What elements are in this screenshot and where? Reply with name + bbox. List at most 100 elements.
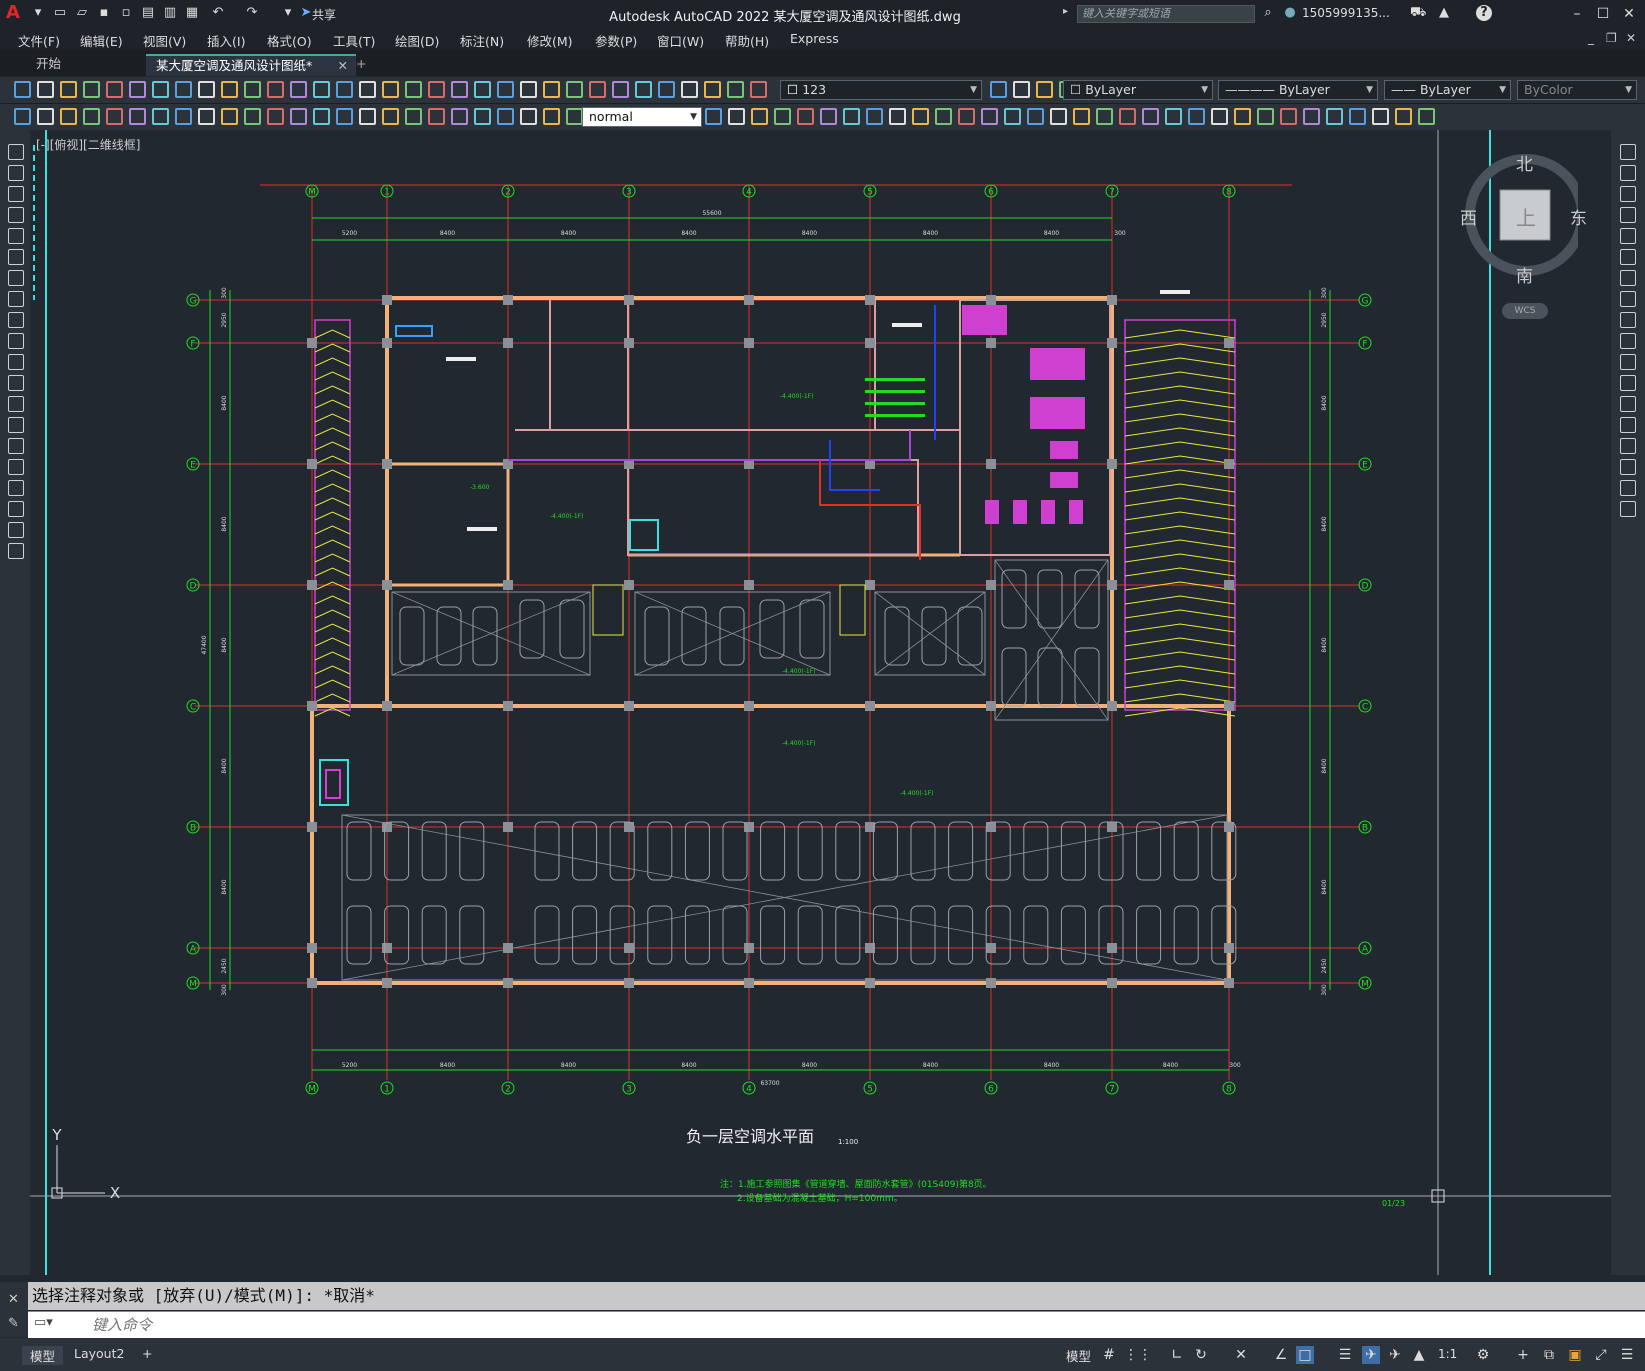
break-modify-icon[interactable]: [1620, 396, 1636, 412]
space-icon[interactable]: [336, 108, 353, 125]
search-expand-icon[interactable]: ▸: [1063, 6, 1068, 17]
multileader-style-icon[interactable]: [60, 108, 77, 125]
units-icon[interactable]: ⧉: [1540, 1346, 1558, 1364]
undo-icon[interactable]: [290, 81, 307, 98]
minimize-window-button[interactable]: –: [1566, 4, 1588, 24]
paste-icon[interactable]: [221, 81, 238, 98]
open-icon[interactable]: [704, 81, 721, 98]
3d-print-icon[interactable]: [152, 81, 169, 98]
aligned-dim-icon[interactable]: [106, 108, 123, 125]
command-line-handle[interactable]: ✕ ✎: [0, 1282, 28, 1337]
dim-edit-icon[interactable]: [474, 108, 491, 125]
mirror-icon[interactable]: [774, 108, 791, 125]
baseline-icon[interactable]: [290, 108, 307, 125]
radius-icon[interactable]: [175, 108, 192, 125]
revision-cloud-tool-icon[interactable]: [8, 291, 24, 307]
menu-express[interactable]: Express: [790, 31, 839, 46]
compass-east-label[interactable]: 东: [1570, 204, 1587, 229]
continue-icon[interactable]: [313, 108, 330, 125]
mirror-icon[interactable]: [1395, 108, 1412, 125]
copy-obj-icon[interactable]: [1372, 108, 1389, 125]
multiline-text-tool-icon[interactable]: [8, 522, 24, 538]
explode-icon[interactable]: [1119, 108, 1136, 125]
save-icon[interactable]: [727, 81, 744, 98]
annotation-scale-value[interactable]: 1:1: [1438, 1347, 1457, 1361]
hardware-acceleration-icon[interactable]: ▣: [1566, 1346, 1584, 1364]
make-block-tool-icon[interactable]: [8, 396, 24, 412]
rectangle-tool-icon[interactable]: [8, 228, 24, 244]
extend-modify-icon[interactable]: [1620, 354, 1636, 370]
dim-style-icon[interactable]: [543, 108, 560, 125]
break-icon[interactable]: [359, 108, 376, 125]
snap-icon[interactable]: ⋮⋮: [1124, 1346, 1152, 1364]
angular-icon[interactable]: [244, 108, 261, 125]
copy-icon[interactable]: [198, 81, 215, 98]
command-close-icon[interactable]: ✕: [8, 1292, 19, 1307]
move-modify-icon[interactable]: [1620, 249, 1636, 265]
menu-edit[interactable]: 编辑(E): [80, 31, 123, 50]
erase-modify-icon[interactable]: [1620, 144, 1636, 160]
jogged-icon[interactable]: [198, 108, 215, 125]
array-icon[interactable]: [820, 108, 837, 125]
doc-close-icon[interactable]: ✕: [1626, 31, 1636, 45]
user-icon[interactable]: ●: [1282, 5, 1298, 21]
construction-line-tool-icon[interactable]: [8, 165, 24, 181]
linetype-dropdown[interactable]: ———— ByLayer ▼: [1218, 80, 1378, 100]
rotate-modify-icon[interactable]: [1620, 270, 1636, 286]
add-layout-button[interactable]: +: [134, 1346, 160, 1361]
quick-calc-icon[interactable]: [543, 81, 560, 98]
ellipse-arc-tool-icon[interactable]: [8, 354, 24, 370]
workspace-gear-icon[interactable]: ⚙: [1474, 1346, 1492, 1364]
explode-modify-icon[interactable]: [1620, 501, 1636, 517]
gradient-tool-icon[interactable]: [8, 459, 24, 475]
table-tool-icon[interactable]: [8, 501, 24, 517]
publish-icon[interactable]: [129, 81, 146, 98]
offset-icon[interactable]: [1418, 108, 1435, 125]
tab-start[interactable]: 开始: [26, 54, 71, 74]
linear-dim-icon[interactable]: [83, 108, 100, 125]
tolerance-icon[interactable]: [382, 108, 399, 125]
new-tab-button[interactable]: +: [346, 54, 376, 74]
line-tool-icon[interactable]: [8, 144, 24, 160]
command-customize-icon[interactable]: ✎: [8, 1316, 19, 1331]
sheet-set-icon[interactable]: [497, 81, 514, 98]
tab-document[interactable]: 某大厦空调及通风设计图纸* ✕: [146, 54, 356, 76]
text-style-dropdown[interactable]: normal ▼: [582, 107, 702, 127]
menu-view[interactable]: 视图(V): [143, 31, 186, 50]
cut-icon[interactable]: [175, 81, 192, 98]
markup-icon[interactable]: [520, 81, 537, 98]
layer-on-icon[interactable]: [612, 81, 629, 98]
arc-tool-icon[interactable]: [8, 249, 24, 265]
erase-icon[interactable]: [728, 108, 745, 125]
trim-modify-icon[interactable]: [1620, 333, 1636, 349]
wblock-icon[interactable]: [1303, 108, 1320, 125]
layer-dropdown[interactable]: ☐ 123 ▼: [780, 80, 982, 100]
rotate-icon[interactable]: [866, 108, 883, 125]
pan-icon[interactable]: [336, 81, 353, 98]
hatch-tool-icon[interactable]: [8, 438, 24, 454]
join-icon[interactable]: [1027, 108, 1044, 125]
annotation-visibility-icon[interactable]: ✈: [1362, 1346, 1380, 1364]
offset-modify-icon[interactable]: [1620, 207, 1636, 223]
command-input-bar[interactable]: ▭▾: [28, 1311, 1645, 1338]
polygon-tool-icon[interactable]: [8, 207, 24, 223]
redo-icon[interactable]: [313, 81, 330, 98]
mirror-modify-icon[interactable]: [1620, 186, 1636, 202]
quick-dim-icon[interactable]: [267, 108, 284, 125]
extend-icon[interactable]: [958, 108, 975, 125]
plotstyle-dropdown[interactable]: ByColor ▼: [1517, 80, 1637, 100]
ordinate-icon[interactable]: [152, 108, 169, 125]
search-icon[interactable]: ⌕: [1260, 5, 1276, 21]
copy-modify-icon[interactable]: [1620, 165, 1636, 181]
search-input[interactable]: 键入关键字或短语: [1077, 5, 1255, 23]
doc-minimize-icon[interactable]: _: [1588, 31, 1594, 45]
hatch-icon[interactable]: [1234, 108, 1251, 125]
blend-icon[interactable]: [1096, 108, 1113, 125]
qnew-icon[interactable]: [14, 81, 31, 98]
menu-tools[interactable]: 工具(T): [333, 31, 375, 50]
ortho-icon[interactable]: ∟: [1168, 1346, 1186, 1364]
command-input[interactable]: [90, 1314, 1645, 1336]
gradient-icon[interactable]: [1257, 108, 1274, 125]
insert-block-tool-icon[interactable]: [8, 375, 24, 391]
erase-icon[interactable]: [1349, 108, 1366, 125]
